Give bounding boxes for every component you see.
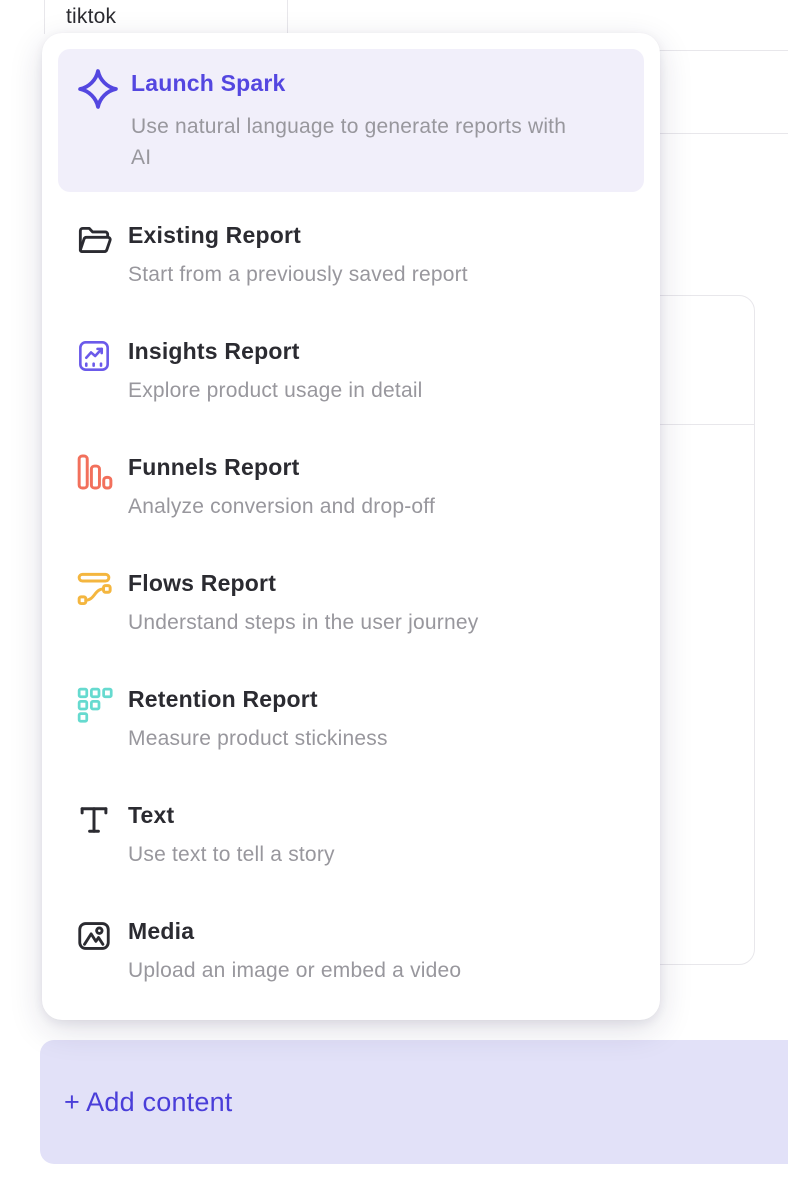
menu-item-description: Use natural language to generate reports… xyxy=(131,111,566,173)
spark-icon xyxy=(75,67,121,111)
menu-item-description: Analyze conversion and drop-off xyxy=(128,492,435,522)
menu-item-funnels-report[interactable]: Funnels Report Analyze conversion and dr… xyxy=(58,424,644,540)
menu-item-description: Use text to tell a story xyxy=(128,840,335,870)
folder-icon xyxy=(75,221,113,259)
flows-icon xyxy=(75,569,113,607)
add-content-button[interactable]: + Add content xyxy=(40,1040,788,1164)
menu-item-flows-report[interactable]: Flows Report Understand steps in the use… xyxy=(58,540,644,656)
menu-item-insights-report[interactable]: Insights Report Explore product usage in… xyxy=(58,308,644,424)
menu-item-title: Launch Spark xyxy=(131,67,566,99)
menu-item-text[interactable]: Text Use text to tell a story xyxy=(58,772,644,888)
menu-item-title: Retention Report xyxy=(128,684,388,714)
menu-item-media[interactable]: Media Upload an image or embed a video xyxy=(58,888,644,1004)
add-content-dropdown-menu: Launch Spark Use natural language to gen… xyxy=(42,33,660,1020)
menu-item-existing-report[interactable]: Existing Report Start from a previously … xyxy=(58,192,644,308)
menu-item-description: Understand steps in the user journey xyxy=(128,608,478,638)
add-content-label: + Add content xyxy=(64,1087,233,1118)
media-icon xyxy=(75,917,113,955)
menu-item-description: Explore product usage in detail xyxy=(128,376,423,406)
menu-item-description: Start from a previously saved report xyxy=(128,260,468,290)
menu-item-launch-spark[interactable]: Launch Spark Use natural language to gen… xyxy=(58,49,644,192)
menu-item-title: Media xyxy=(128,916,461,946)
menu-item-title: Flows Report xyxy=(128,568,478,598)
menu-item-description: Upload an image or embed a video xyxy=(128,956,461,986)
menu-item-title: Funnels Report xyxy=(128,452,435,482)
menu-item-title: Insights Report xyxy=(128,336,423,366)
text-icon xyxy=(75,801,113,839)
background-card-text: tiktok xyxy=(66,5,116,29)
background-card-border-left xyxy=(44,0,45,34)
background-card-border-right xyxy=(287,0,288,34)
retention-grid-icon xyxy=(75,685,113,723)
menu-item-title: Existing Report xyxy=(128,220,468,250)
menu-item-title: Text xyxy=(128,800,335,830)
menu-item-retention-report[interactable]: Retention Report Measure product stickin… xyxy=(58,656,644,772)
insights-chart-icon xyxy=(75,337,113,375)
menu-item-description: Measure product stickiness xyxy=(128,724,388,754)
funnel-bars-icon xyxy=(75,453,113,491)
